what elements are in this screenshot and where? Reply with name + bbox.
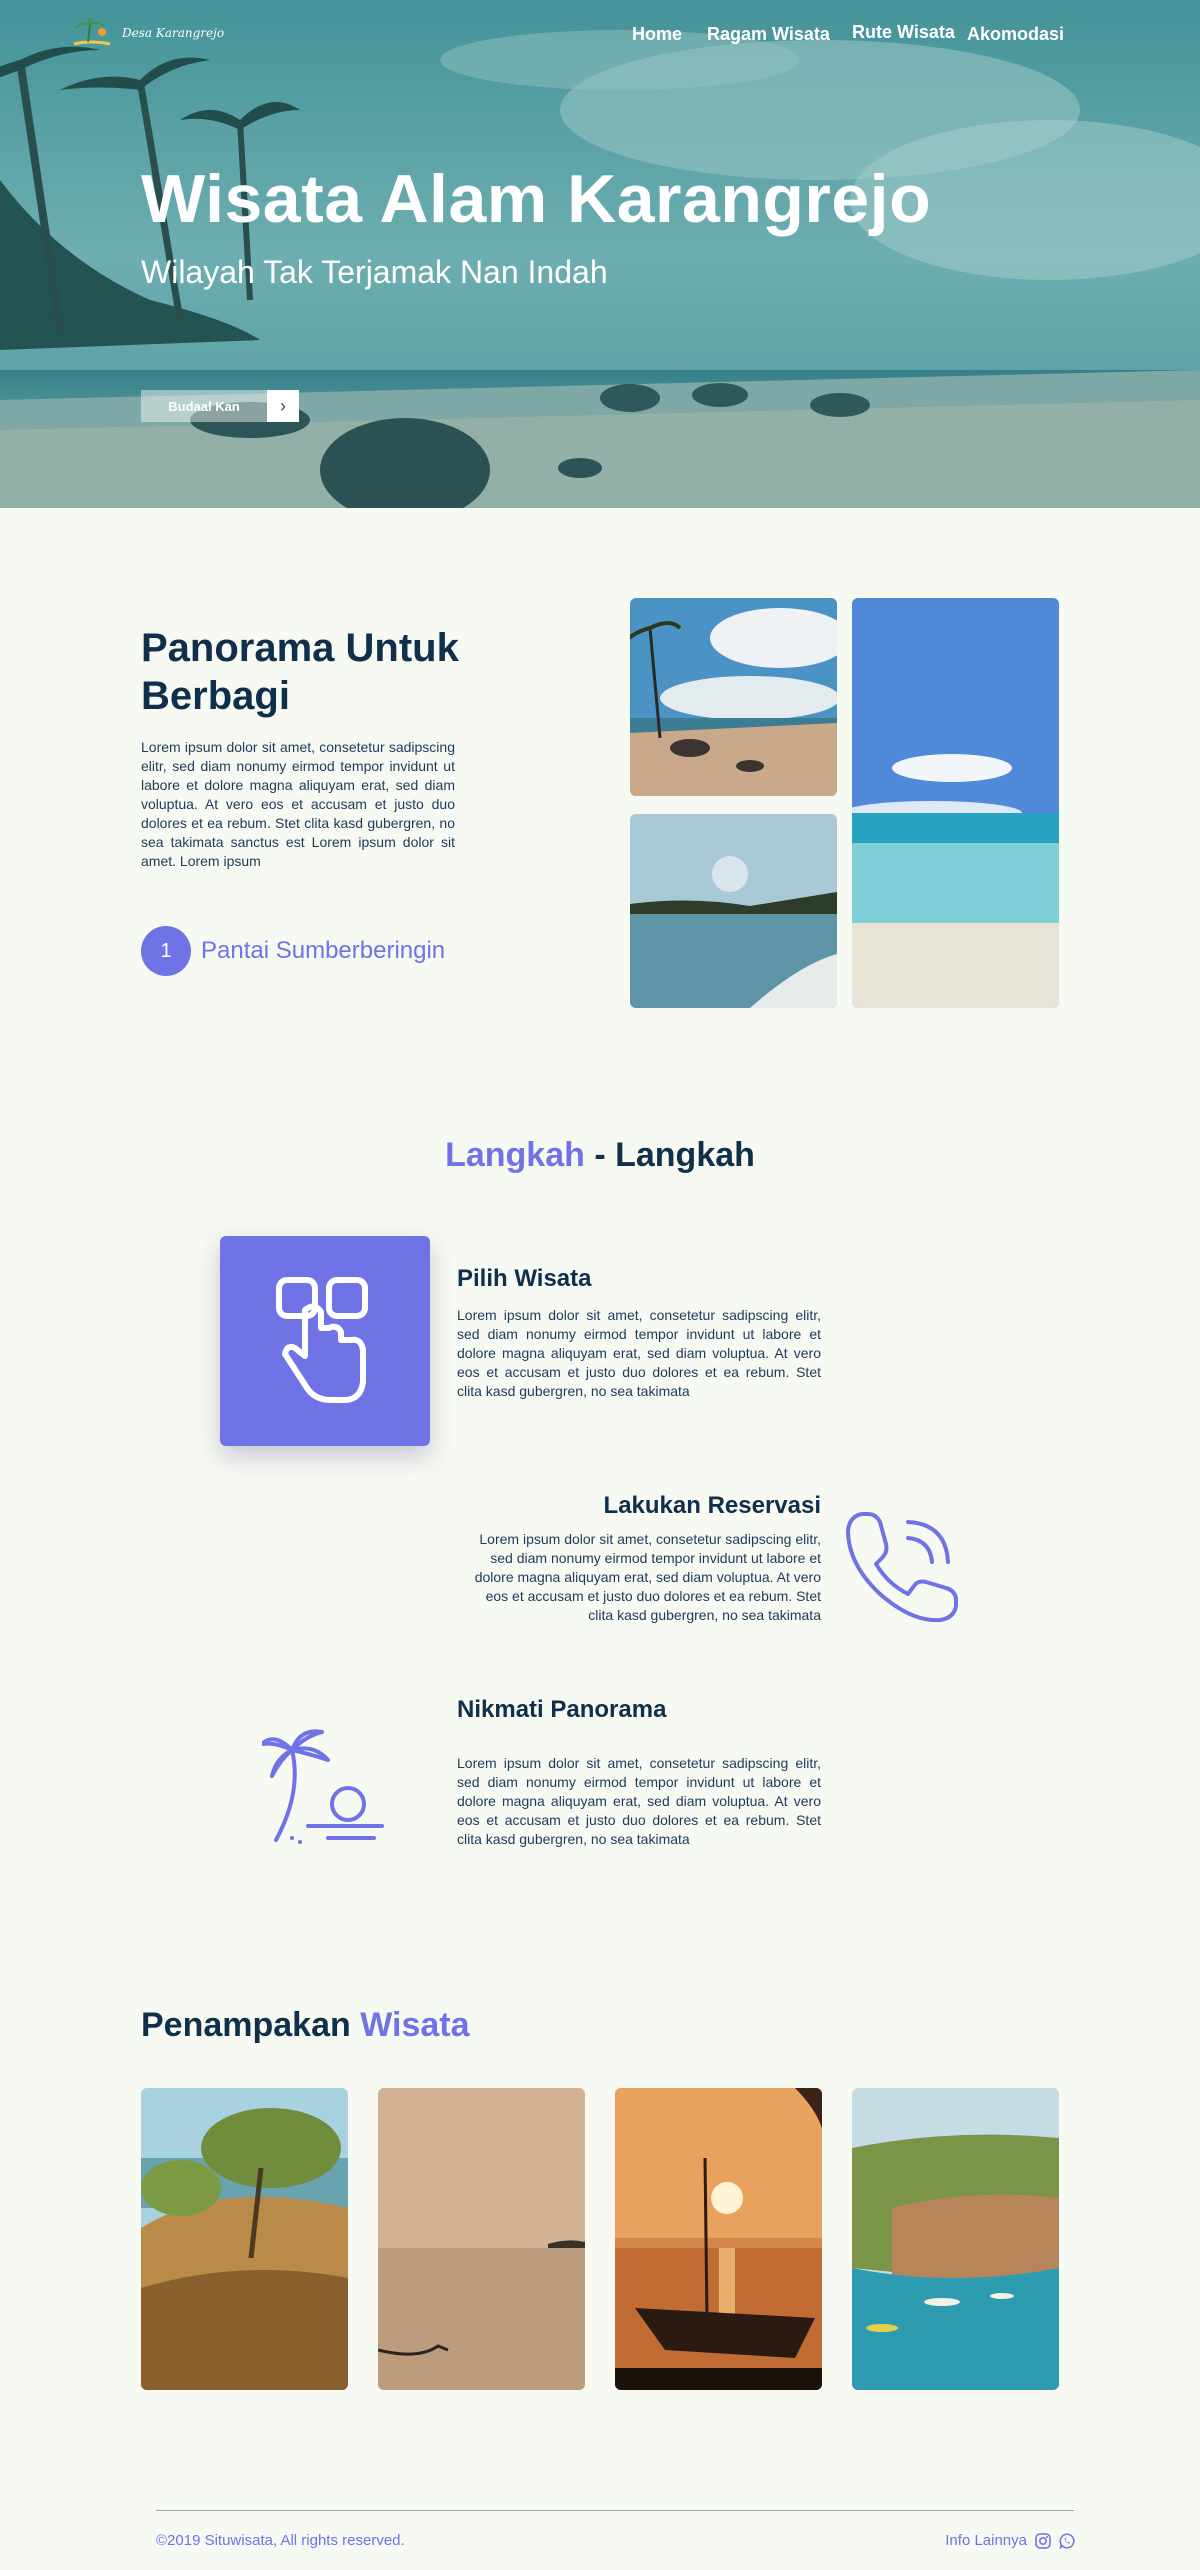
main-nav: Home Ragam Wisata Rute Wisata Akomodasi <box>0 22 1200 48</box>
steps-title: Langkah - Langkah <box>0 1136 1200 1175</box>
panorama-photo-island <box>630 814 837 1008</box>
panorama-item[interactable]: 1 Pantai Sumberberingin <box>141 926 445 976</box>
instagram-icon[interactable] <box>1035 2532 1051 2549</box>
panorama-photo-clear-sea <box>852 598 1059 1008</box>
gallery-photo-calm-sea[interactable] <box>378 2088 585 2390</box>
step-3-text: Lorem ipsum dolor sit amet, consetetur s… <box>457 1755 821 1847</box>
nav-akomodasi[interactable]: Akomodasi <box>967 24 1064 45</box>
chevron-right-icon: › <box>267 390 299 422</box>
step-icon-box <box>220 1236 430 1446</box>
panorama-text: Lorem ipsum dolor sit amet, consetetur s… <box>141 739 455 869</box>
step-3-title: Nikmati Panorama <box>457 1696 667 1723</box>
hero-cta-button[interactable]: Budaal Kan › <box>141 390 299 422</box>
nav-home[interactable]: Home <box>632 24 682 45</box>
footer-copyright: ©2019 Situwisata, All rights reserved. <box>156 2532 405 2549</box>
footer-links: Info Lainnya <box>945 2532 1075 2549</box>
footer-info-link[interactable]: Info Lainnya <box>945 2532 1027 2549</box>
palm-sunset-icon <box>262 1729 384 1844</box>
hero-section: Desa Karangrejo Home Ragam Wisata Rute W… <box>0 0 1200 508</box>
hero-subtitle: Wilayah Tak Terjamak Nan Indah <box>141 254 608 290</box>
step-1-title: Pilih Wisata <box>457 1265 592 1292</box>
phone-icon <box>846 1512 958 1623</box>
gallery-title-main: Penampakan <box>141 2006 351 2044</box>
hand-tap-icon <box>276 1277 368 1403</box>
gallery-title-accent: Wisata <box>360 2006 470 2044</box>
step-2-text: Lorem ipsum dolor sit amet, consetetur s… <box>474 1531 821 1623</box>
panorama-title: Panorama Untuk Berbagi <box>141 626 459 718</box>
panorama-item-name: Pantai Sumberberingin <box>201 937 446 964</box>
panorama-photo-beach-rocks <box>630 598 837 796</box>
step-1-text: Lorem ipsum dolor sit amet, consetetur s… <box>457 1307 821 1399</box>
steps-title-accent: Langkah <box>445 1136 585 1174</box>
gallery-photo-green-bay[interactable] <box>852 2088 1059 2390</box>
gallery-title: Penampakan Wisata <box>141 2006 470 2045</box>
whatsapp-icon[interactable] <box>1059 2532 1075 2549</box>
nav-rute-wisata[interactable]: Rute Wisata <box>852 22 955 43</box>
step-2-title: Lakukan Reservasi <box>603 1492 821 1519</box>
gallery-photo-coast-tree[interactable] <box>141 2088 348 2390</box>
hero-cta-label: Budaal Kan <box>141 390 267 422</box>
footer-divider <box>156 2510 1074 2511</box>
nav-ragam-wisata[interactable]: Ragam Wisata <box>707 24 830 45</box>
steps-title-rest: Langkah <box>615 1136 755 1174</box>
hero-title: Wisata Alam Karangrejo <box>141 161 932 237</box>
steps-title-separator: - <box>584 1136 616 1174</box>
gallery-photo-sunset-boat[interactable] <box>615 2088 822 2390</box>
panorama-item-number: 1 <box>141 926 191 976</box>
